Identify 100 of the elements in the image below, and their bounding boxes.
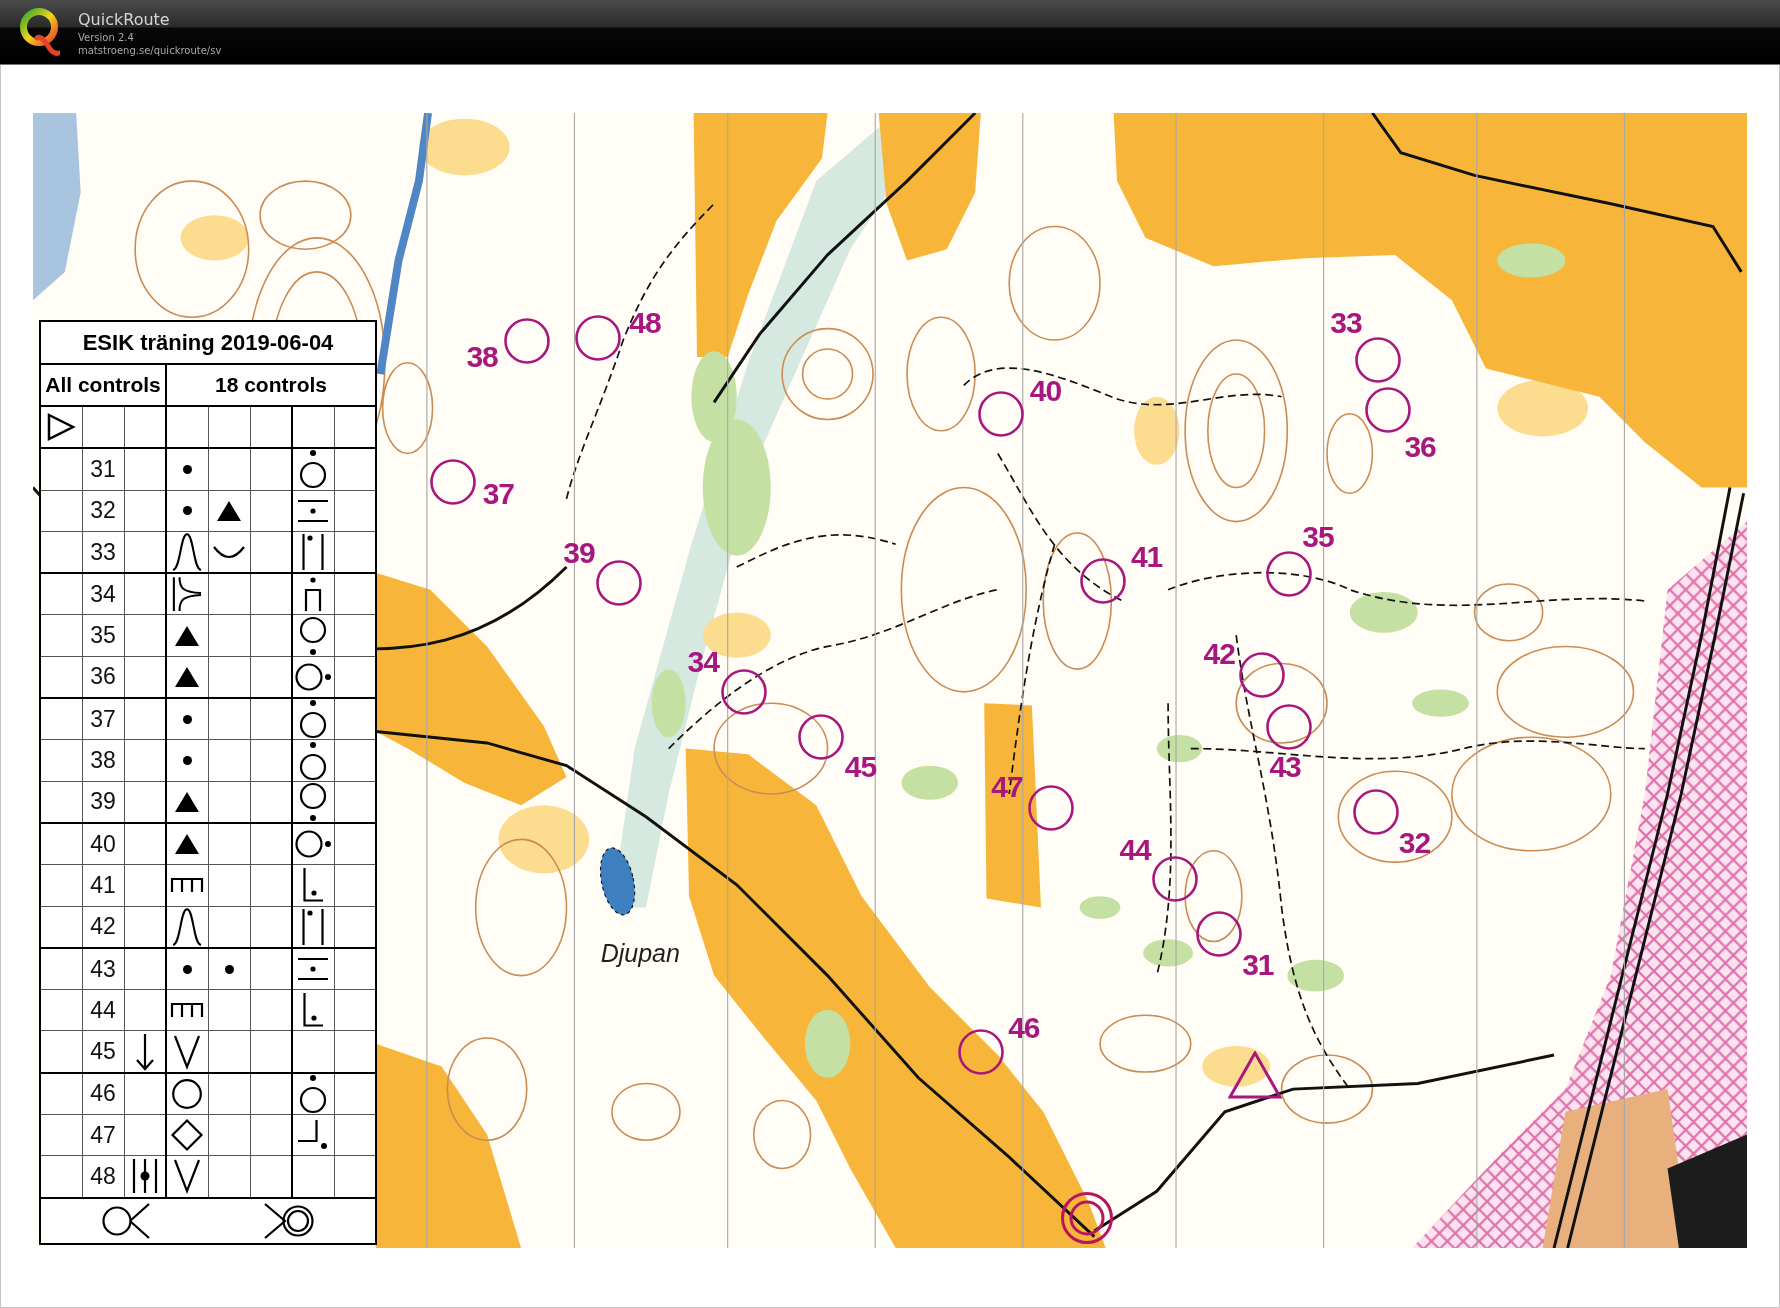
version-text: Version 2.4: [78, 30, 134, 44]
control-code: 45: [82, 1030, 124, 1073]
gate-dot-icon: [304, 577, 323, 612]
circle-dot-above-icon: [299, 741, 328, 780]
filled-triangle-icon: [175, 791, 200, 812]
app-title: QuickRoute: [78, 8, 170, 31]
control-code: 35: [82, 615, 124, 657]
control-circle-icon: [1196, 910, 1243, 957]
control-circle-icon: [797, 714, 844, 761]
control-number: 42: [1203, 639, 1235, 670]
circle-icon: [172, 1078, 203, 1109]
website-url: matstroeng.se/quickroute/sv: [78, 43, 222, 57]
dot-icon: [182, 964, 192, 974]
control-number: 47: [991, 772, 1023, 803]
control-number: 34: [687, 647, 719, 678]
circle-dot-above-icon: [299, 1074, 328, 1113]
control-circle-icon: [1365, 387, 1412, 434]
circle-dot-right-icon: [295, 662, 332, 691]
control-circle-icon: [595, 559, 642, 606]
fork-icon: [172, 577, 203, 612]
control-number: 41: [1130, 541, 1163, 572]
control-number: 37: [482, 479, 515, 510]
control-circle-icon: [503, 318, 550, 365]
chevron-double-circle-icon: [264, 1202, 314, 1239]
bar-dot-bar-icon: [131, 1159, 158, 1194]
arc-icon: [213, 546, 245, 559]
control-circle-icon: [1352, 789, 1399, 836]
control-number: 36: [1404, 431, 1436, 462]
dot-icon: [182, 756, 192, 765]
control-code: 48: [82, 1155, 124, 1198]
comb-icon: [171, 1003, 204, 1018]
control-number: 43: [1269, 751, 1301, 782]
dot-icon: [182, 464, 192, 474]
control-code: 46: [82, 1072, 124, 1115]
sheet-header: 18 controls: [166, 364, 377, 406]
filled-triangle-icon: [217, 500, 241, 521]
circle-dot-right-icon: [295, 830, 332, 859]
control-code: 34: [82, 573, 124, 615]
sheet-header: All controls: [40, 364, 166, 406]
control-code: 42: [82, 906, 124, 948]
filled-triangle-icon: [175, 625, 200, 646]
corner-right-dot-icon: [298, 1120, 329, 1151]
control-circle-icon: [1151, 856, 1198, 903]
control-code: 36: [82, 656, 124, 699]
lake-name: Djupan: [600, 938, 680, 967]
corner-dot-icon: [303, 868, 324, 903]
start-triangle-icon: [1228, 1051, 1283, 1100]
control-code: 47: [82, 1114, 124, 1156]
control-circle-icon: [1266, 550, 1313, 597]
circle-chevron-icon: [102, 1202, 150, 1239]
lake-drawing: [599, 847, 636, 916]
control-number: 31: [1242, 950, 1274, 981]
control-circle-icon: [429, 458, 476, 505]
bell-curve-icon: [172, 533, 203, 572]
control-number: 44: [1119, 834, 1151, 865]
control-number: 32: [1398, 827, 1431, 858]
control-number: 33: [1330, 307, 1362, 338]
diamond-icon: [171, 1119, 204, 1152]
control-code: 31: [82, 448, 124, 491]
control-circle-icon: [720, 668, 767, 715]
lines-dot-icon: [298, 499, 329, 522]
control-circle-icon: [978, 390, 1025, 437]
bell-curve-icon: [172, 907, 203, 946]
control-code: 33: [82, 531, 124, 574]
control-circle-icon: [575, 314, 622, 361]
control-number: 40: [1029, 376, 1062, 407]
control-code: 39: [82, 781, 124, 823]
corner-dot-icon: [303, 993, 324, 1028]
dot-icon: [182, 714, 192, 724]
control-code: 37: [82, 698, 124, 740]
control-number: 45: [844, 751, 877, 782]
circle-dot-above-icon: [299, 450, 328, 489]
control-number: 35: [1302, 522, 1334, 553]
start-triangle-icon: [47, 413, 76, 442]
bars-dot-icon: [302, 534, 325, 571]
control-circle-icon: [957, 1028, 1004, 1075]
control-number: 46: [1008, 1012, 1040, 1043]
filled-triangle-icon: [175, 834, 200, 855]
control-circle-icon: [1028, 784, 1075, 831]
v-shape-icon: [174, 1035, 201, 1068]
circle-dot-above-icon: [299, 700, 328, 739]
control-code: 32: [82, 490, 124, 532]
control-number: 38: [466, 342, 498, 372]
dot-icon: [182, 506, 192, 516]
control-number: 48: [629, 307, 661, 338]
control-circle-icon: [1355, 337, 1402, 384]
control-code: 40: [82, 822, 124, 865]
filled-triangle-icon: [175, 666, 200, 687]
control-circle-icon: [1265, 704, 1312, 751]
control-code: 41: [82, 864, 124, 907]
control-circle-icon: [1080, 557, 1127, 604]
control-code: 44: [82, 989, 124, 1031]
down-arrow-icon: [135, 1033, 154, 1070]
circle-dot-below-icon: [299, 782, 328, 821]
control-circle-icon: [1239, 651, 1286, 698]
app-logo-icon: [20, 6, 60, 58]
comb-icon: [171, 878, 204, 893]
control-code: 43: [82, 947, 124, 990]
dot-icon: [224, 964, 234, 974]
lines-dot-icon: [298, 958, 329, 980]
